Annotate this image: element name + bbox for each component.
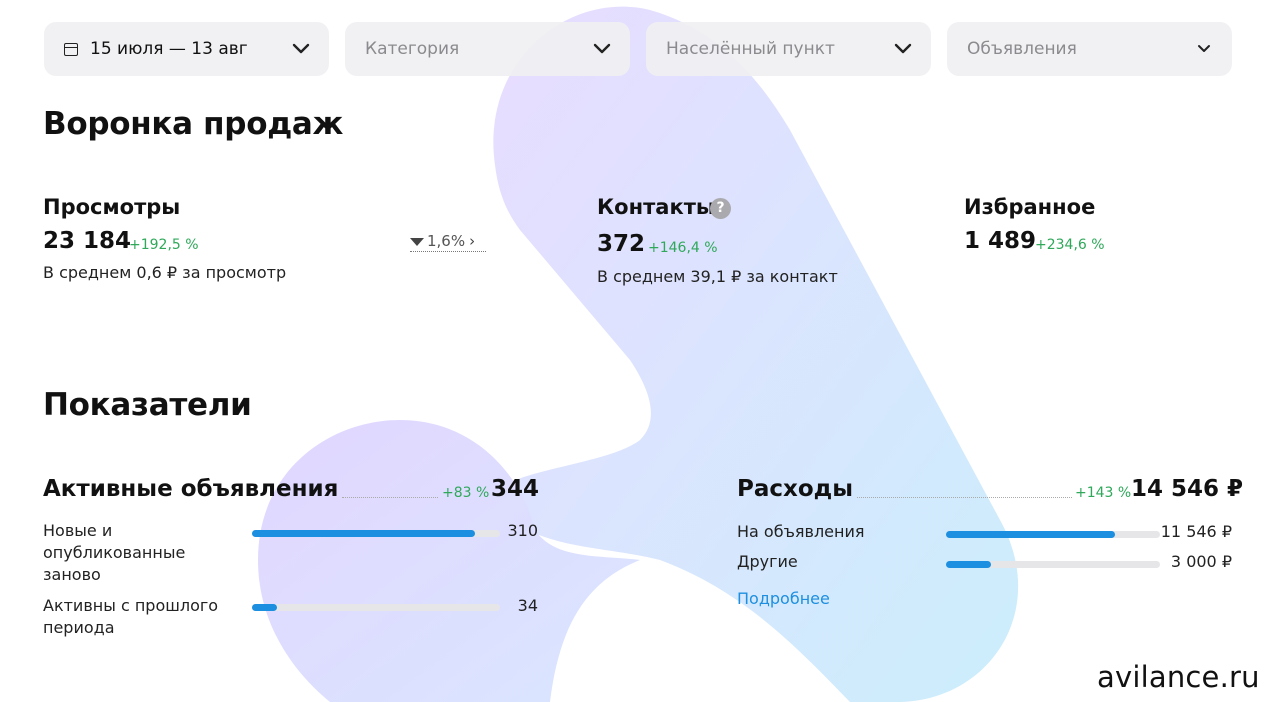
- expenses-delta: +143 %: [1075, 485, 1132, 501]
- contacts-value: 372: [597, 231, 646, 257]
- active-ads-title: Активные объявления: [43, 476, 339, 502]
- active-row-label: Активны с прошлого периода: [43, 596, 219, 637]
- expense-row-value: 3 000 ₽: [1170, 552, 1232, 571]
- calendar-icon: [64, 42, 78, 56]
- views-average: В среднем 0,6 ₽ за просмотр: [43, 263, 287, 282]
- conversion-rate-link[interactable]: 1,6% ›: [410, 230, 486, 252]
- active-row-bar-fill: [252, 530, 476, 537]
- favorites-label: Избранное: [964, 195, 1096, 219]
- active-ads-total: 344: [491, 476, 540, 502]
- active-row-bar-fill: [252, 604, 277, 611]
- locality-filter-placeholder: Населённый пункт: [666, 39, 835, 59]
- conversion-rate-value: 1,6%: [427, 231, 466, 250]
- views-label: Просмотры: [43, 195, 181, 219]
- more-details-link[interactable]: Подробнее: [737, 589, 830, 608]
- funnel-icon: [410, 237, 424, 246]
- active-row-value: 34: [517, 596, 538, 615]
- chevron-down-icon: [292, 43, 310, 54]
- active-ads-delta: +83 %: [442, 485, 490, 501]
- expense-row-label: Другие: [737, 552, 798, 571]
- favorites-value: 1 489: [964, 228, 1037, 254]
- favorites-delta: +234,6 %: [1035, 237, 1105, 253]
- active-row-bar: [252, 604, 500, 611]
- expense-row-value: 11 546 ₽: [1160, 522, 1232, 541]
- period-filter-value: 15 июля — 13 авг: [90, 39, 248, 59]
- views-delta: +192,5 %: [129, 237, 199, 253]
- ads-filter-placeholder: Объявления: [967, 39, 1077, 59]
- period-filter[interactable]: 15 июля — 13 авг: [44, 22, 329, 76]
- chevron-down-icon: [593, 43, 611, 54]
- expenses-total: 14 546 ₽: [1131, 476, 1244, 502]
- category-filter[interactable]: Категория: [345, 22, 630, 76]
- contacts-delta: +146,4 %: [648, 240, 718, 256]
- dotted-leader: [857, 497, 1072, 498]
- expense-row-bar-fill: [946, 561, 991, 568]
- active-row-label: Новые и опубликованные заново: [43, 521, 186, 584]
- views-value: 23 184: [43, 228, 132, 254]
- expenses-title: Расходы: [737, 476, 854, 502]
- metrics-title: Показатели: [43, 387, 252, 423]
- watermark-text: avilance.ru: [1093, 660, 1266, 696]
- funnel-title: Воронка продаж: [43, 106, 344, 142]
- active-row-value: 310: [507, 521, 538, 540]
- expense-row-label: На объявления: [737, 522, 865, 541]
- locality-filter[interactable]: Населённый пункт: [646, 22, 931, 76]
- category-filter-placeholder: Категория: [365, 39, 460, 59]
- chevron-right-icon: ›: [469, 231, 476, 250]
- help-icon[interactable]: ?: [710, 198, 731, 219]
- expense-row-bar: [946, 561, 1160, 568]
- chevron-down-icon: [1198, 45, 1210, 52]
- ads-filter[interactable]: Объявления: [947, 22, 1232, 76]
- contacts-label: Контакты: [597, 195, 715, 219]
- expense-row-bar-fill: [946, 531, 1116, 538]
- dotted-leader: [342, 497, 438, 498]
- contacts-average: В среднем 39,1 ₽ за контакт: [597, 267, 838, 286]
- chevron-down-icon: [894, 43, 912, 54]
- active-row-bar: [252, 530, 500, 537]
- expense-row-bar: [946, 531, 1160, 538]
